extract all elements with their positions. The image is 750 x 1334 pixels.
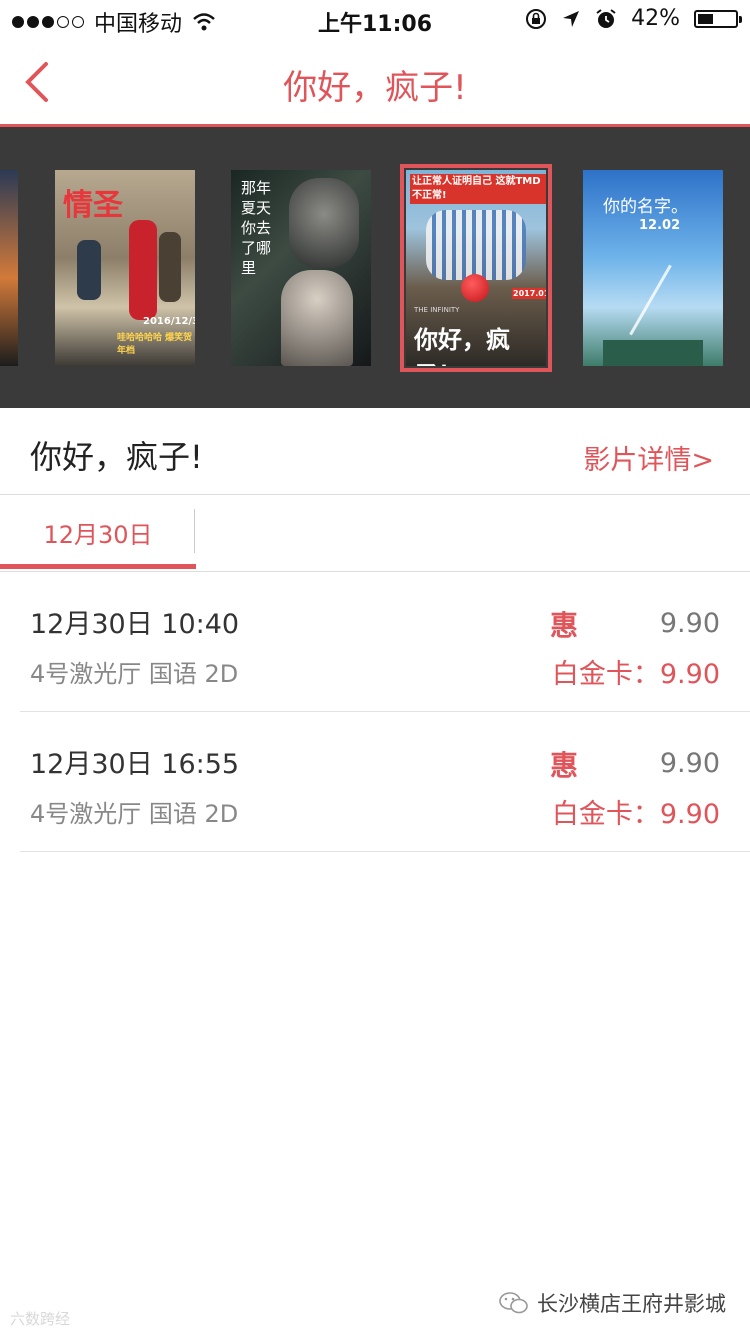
date-tab-label: 12月30日 xyxy=(43,521,153,549)
discount-badge: 惠 xyxy=(550,749,579,782)
date-tab[interactable]: 12月30日 xyxy=(0,495,196,569)
movie-details-link[interactable]: 影片详情> xyxy=(583,438,714,477)
watermark-right: 长沙横店王府井影城 xyxy=(499,1288,726,1318)
watermark-text: 长沙横店王府井影城 xyxy=(537,1292,726,1316)
poster-tagline: 哇哈哈哈哈 爆笑贺年档 xyxy=(117,333,193,356)
session-time: 12月30日 10:40 xyxy=(30,609,240,640)
orientation-lock-icon xyxy=(526,8,547,29)
session-price: 9.90 xyxy=(659,748,720,779)
discount-badge: 惠 xyxy=(550,609,579,642)
poster-banner: 让正常人证明自己 这就TMD不正常! xyxy=(410,174,546,204)
date-tab-underline xyxy=(0,564,196,569)
nav-bar: 你好，疯子! xyxy=(0,40,750,126)
status-bar: 中国移动 上午11:06 42% xyxy=(0,0,750,40)
poster-partial[interactable] xyxy=(0,170,18,366)
poster-date: 2017.01.01 xyxy=(512,288,546,299)
date-tab-divider xyxy=(194,509,195,553)
alarm-icon xyxy=(596,8,616,28)
session-row[interactable]: 12月30日 10:40 4号激光厅 国语 2D 惠 9.90 白金卡：9.90 xyxy=(20,572,750,712)
date-tabs: 12月30日 xyxy=(0,495,750,572)
platinum-card-price: 白金卡：9.90 xyxy=(551,659,720,690)
poster-date: 12.02 xyxy=(639,218,681,233)
platinum-card-price: 白金卡：9.90 xyxy=(551,799,720,830)
session-hall: 4号激光厅 国语 2D xyxy=(30,800,239,828)
movie-info-row: 你好，疯子! 影片详情> xyxy=(0,408,750,495)
wechat-icon xyxy=(499,1292,528,1314)
location-icon xyxy=(563,10,580,27)
poster-nihao-fengzi[interactable]: 让正常人证明自己 这就TMD不正常! 2017.01.01 THE INFINI… xyxy=(400,164,552,372)
movie-title: 你好，疯子! xyxy=(30,438,203,476)
session-hall: 4号激光厅 国语 2D xyxy=(30,660,239,688)
poster-title: 你的名字。 xyxy=(603,197,688,217)
poster-title: 那年夏天 你去了哪里 xyxy=(241,179,272,277)
battery-icon xyxy=(694,9,742,28)
session-time: 12月30日 16:55 xyxy=(30,749,240,780)
poster-kiminonawa[interactable]: 你的名字。 12.02 xyxy=(583,170,723,366)
poster-date: 2016/12/30 xyxy=(143,316,195,327)
poster-title: 情圣 xyxy=(63,188,123,223)
poster-qingsheng[interactable]: 情圣 2016/12/30 哇哈哈哈哈 爆笑贺年档 xyxy=(55,170,195,366)
page-title: 你好，疯子! xyxy=(283,68,467,108)
poster-title: 你好，疯子！ xyxy=(414,326,510,366)
session-row[interactable]: 12月30日 16:55 4号激光厅 国语 2D 惠 9.90 白金卡：9.90 xyxy=(20,712,750,852)
poster-carousel[interactable]: 情圣 2016/12/30 哇哈哈哈哈 爆笑贺年档 那年夏天 你去了哪里 让正常… xyxy=(0,127,750,408)
session-price: 9.90 xyxy=(659,608,720,639)
poster-english: THE INFINITY xyxy=(414,306,460,314)
watermark-left: 六数跨经 xyxy=(10,1310,71,1328)
poster-nanian[interactable]: 那年夏天 你去了哪里 xyxy=(231,170,371,366)
battery-percent: 42% xyxy=(631,6,680,31)
